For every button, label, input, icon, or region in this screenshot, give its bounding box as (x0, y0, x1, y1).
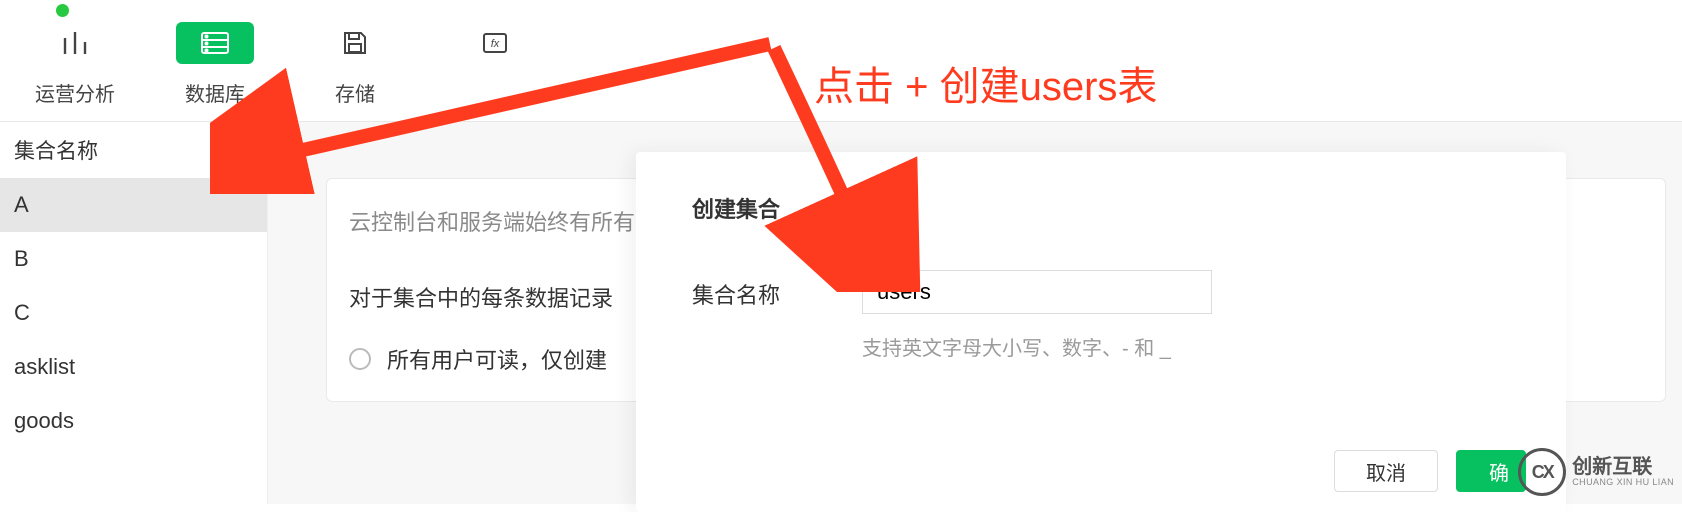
cancel-button[interactable]: 取消 (1334, 450, 1438, 492)
radio-icon (349, 348, 371, 370)
modal-hint: 支持英文字母大小写、数字、- 和 _ (862, 332, 1212, 361)
sidebar-item-B[interactable]: B (0, 232, 267, 286)
button-label: 取消 (1366, 457, 1406, 486)
modal-field: 支持英文字母大小写、数字、- 和 _ (862, 270, 1212, 361)
modal-title: 创建集合 (692, 192, 1516, 224)
watermark-text: 创新互联 CHUANG XIN HU LIAN (1572, 456, 1674, 488)
save-icon (316, 22, 394, 64)
tab-database[interactable]: 数据库 (160, 22, 270, 121)
confirm-button[interactable]: 确 (1456, 450, 1526, 492)
add-collection-button[interactable]: + (238, 137, 253, 163)
button-label: 确 (1489, 457, 1509, 486)
annotation-text: 点击 + 创建users表 (814, 54, 1157, 112)
function-icon: fx (456, 22, 534, 64)
watermark-en: CHUANG XIN HU LIAN (1572, 478, 1674, 488)
svg-text:fx: fx (491, 38, 500, 50)
list-item-label: goods (14, 408, 74, 433)
window-traffic-lights (10, 4, 69, 17)
radio-label: 所有用户可读，仅创建 (387, 343, 607, 375)
tab-analytics[interactable]: 运营分析 (20, 22, 130, 121)
bar-chart-icon (36, 22, 114, 64)
zoom-dot-icon[interactable] (56, 4, 69, 17)
watermark-logo: CX 创新互联 CHUANG XIN HU LIAN (1518, 448, 1674, 496)
sidebar-item-goods[interactable]: goods (0, 394, 267, 448)
tab-cloudfn[interactable]: fx 云函数 (440, 22, 550, 121)
tab-label: 数据库 (185, 78, 245, 107)
sidebar-item-asklist[interactable]: asklist (0, 340, 267, 394)
tab-label: 运营分析 (35, 78, 115, 107)
watermark-ring-icon: CX (1518, 448, 1566, 496)
sidebar-item-C[interactable]: C (0, 286, 267, 340)
list-item-label: A (14, 192, 29, 217)
watermark-mark: CX (1532, 462, 1553, 483)
database-icon (176, 22, 254, 64)
tab-label: 存储 (335, 78, 375, 107)
sidebar-header: 集合名称 + (0, 122, 267, 178)
list-item-label: asklist (14, 354, 75, 379)
sidebar-title: 集合名称 (14, 135, 98, 165)
tab-storage[interactable]: 存储 (300, 22, 410, 121)
modal-field-label: 集合名称 (692, 270, 780, 310)
create-collection-modal: 创建集合 集合名称 支持英文字母大小写、数字、- 和 _ 取消 确 (636, 152, 1566, 512)
watermark-cn: 创新互联 (1572, 456, 1674, 478)
sidebar-item-A[interactable]: A (0, 178, 267, 232)
collection-name-input[interactable] (862, 270, 1212, 314)
list-item-label: B (14, 246, 29, 271)
modal-field-row: 集合名称 支持英文字母大小写、数字、- 和 _ (692, 270, 1516, 361)
list-item-label: C (14, 300, 30, 325)
sidebar: 集合名称 + A B C asklist goods (0, 122, 268, 504)
modal-actions: 取消 确 (1334, 450, 1526, 492)
